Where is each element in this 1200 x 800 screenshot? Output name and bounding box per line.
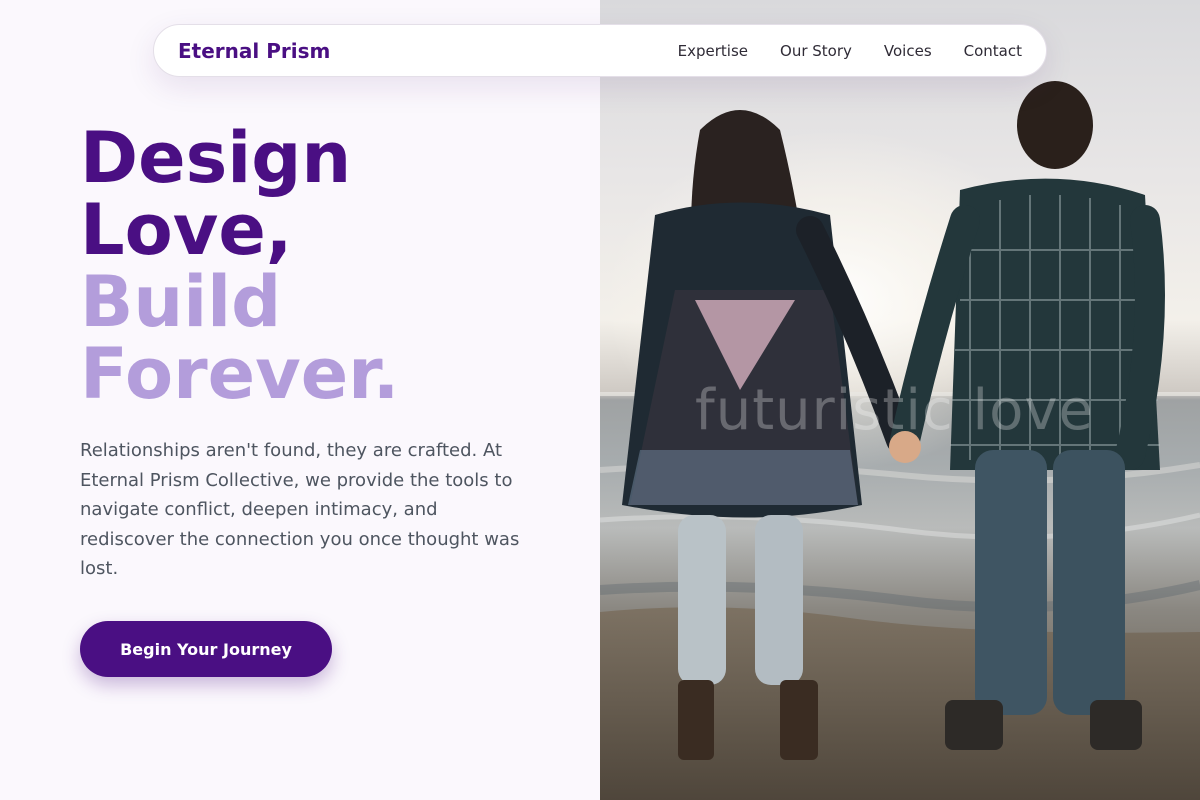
hero-content: Design Love, Build Forever. Relationship… (0, 0, 600, 800)
nav-link-expertise[interactable]: Expertise (678, 42, 748, 60)
headline-line-accent: Build (80, 261, 282, 343)
brand-logo[interactable]: Eternal Prism (178, 39, 330, 63)
headline-line: Love, (80, 189, 293, 271)
headline-line: Design (80, 117, 352, 199)
begin-journey-button[interactable]: Begin Your Journey (80, 621, 332, 677)
top-navigation: Eternal Prism Expertise Our Story Voices… (153, 24, 1047, 77)
headline-line-accent: Forever. (80, 333, 400, 415)
nav-link-voices[interactable]: Voices (884, 42, 932, 60)
nav-link-contact[interactable]: Contact (964, 42, 1022, 60)
hero-photo: futuristic love (600, 0, 1200, 800)
hero-intro: Relationships aren't found, they are cra… (80, 440, 520, 579)
nav-links: Expertise Our Story Voices Contact (678, 42, 1022, 60)
page: Design Love, Build Forever. Relationship… (0, 0, 1200, 800)
nav-link-our-story[interactable]: Our Story (780, 42, 852, 60)
hero-headline: Design Love, Build Forever. (80, 122, 580, 410)
photo-caption: futuristic love (695, 378, 1094, 443)
